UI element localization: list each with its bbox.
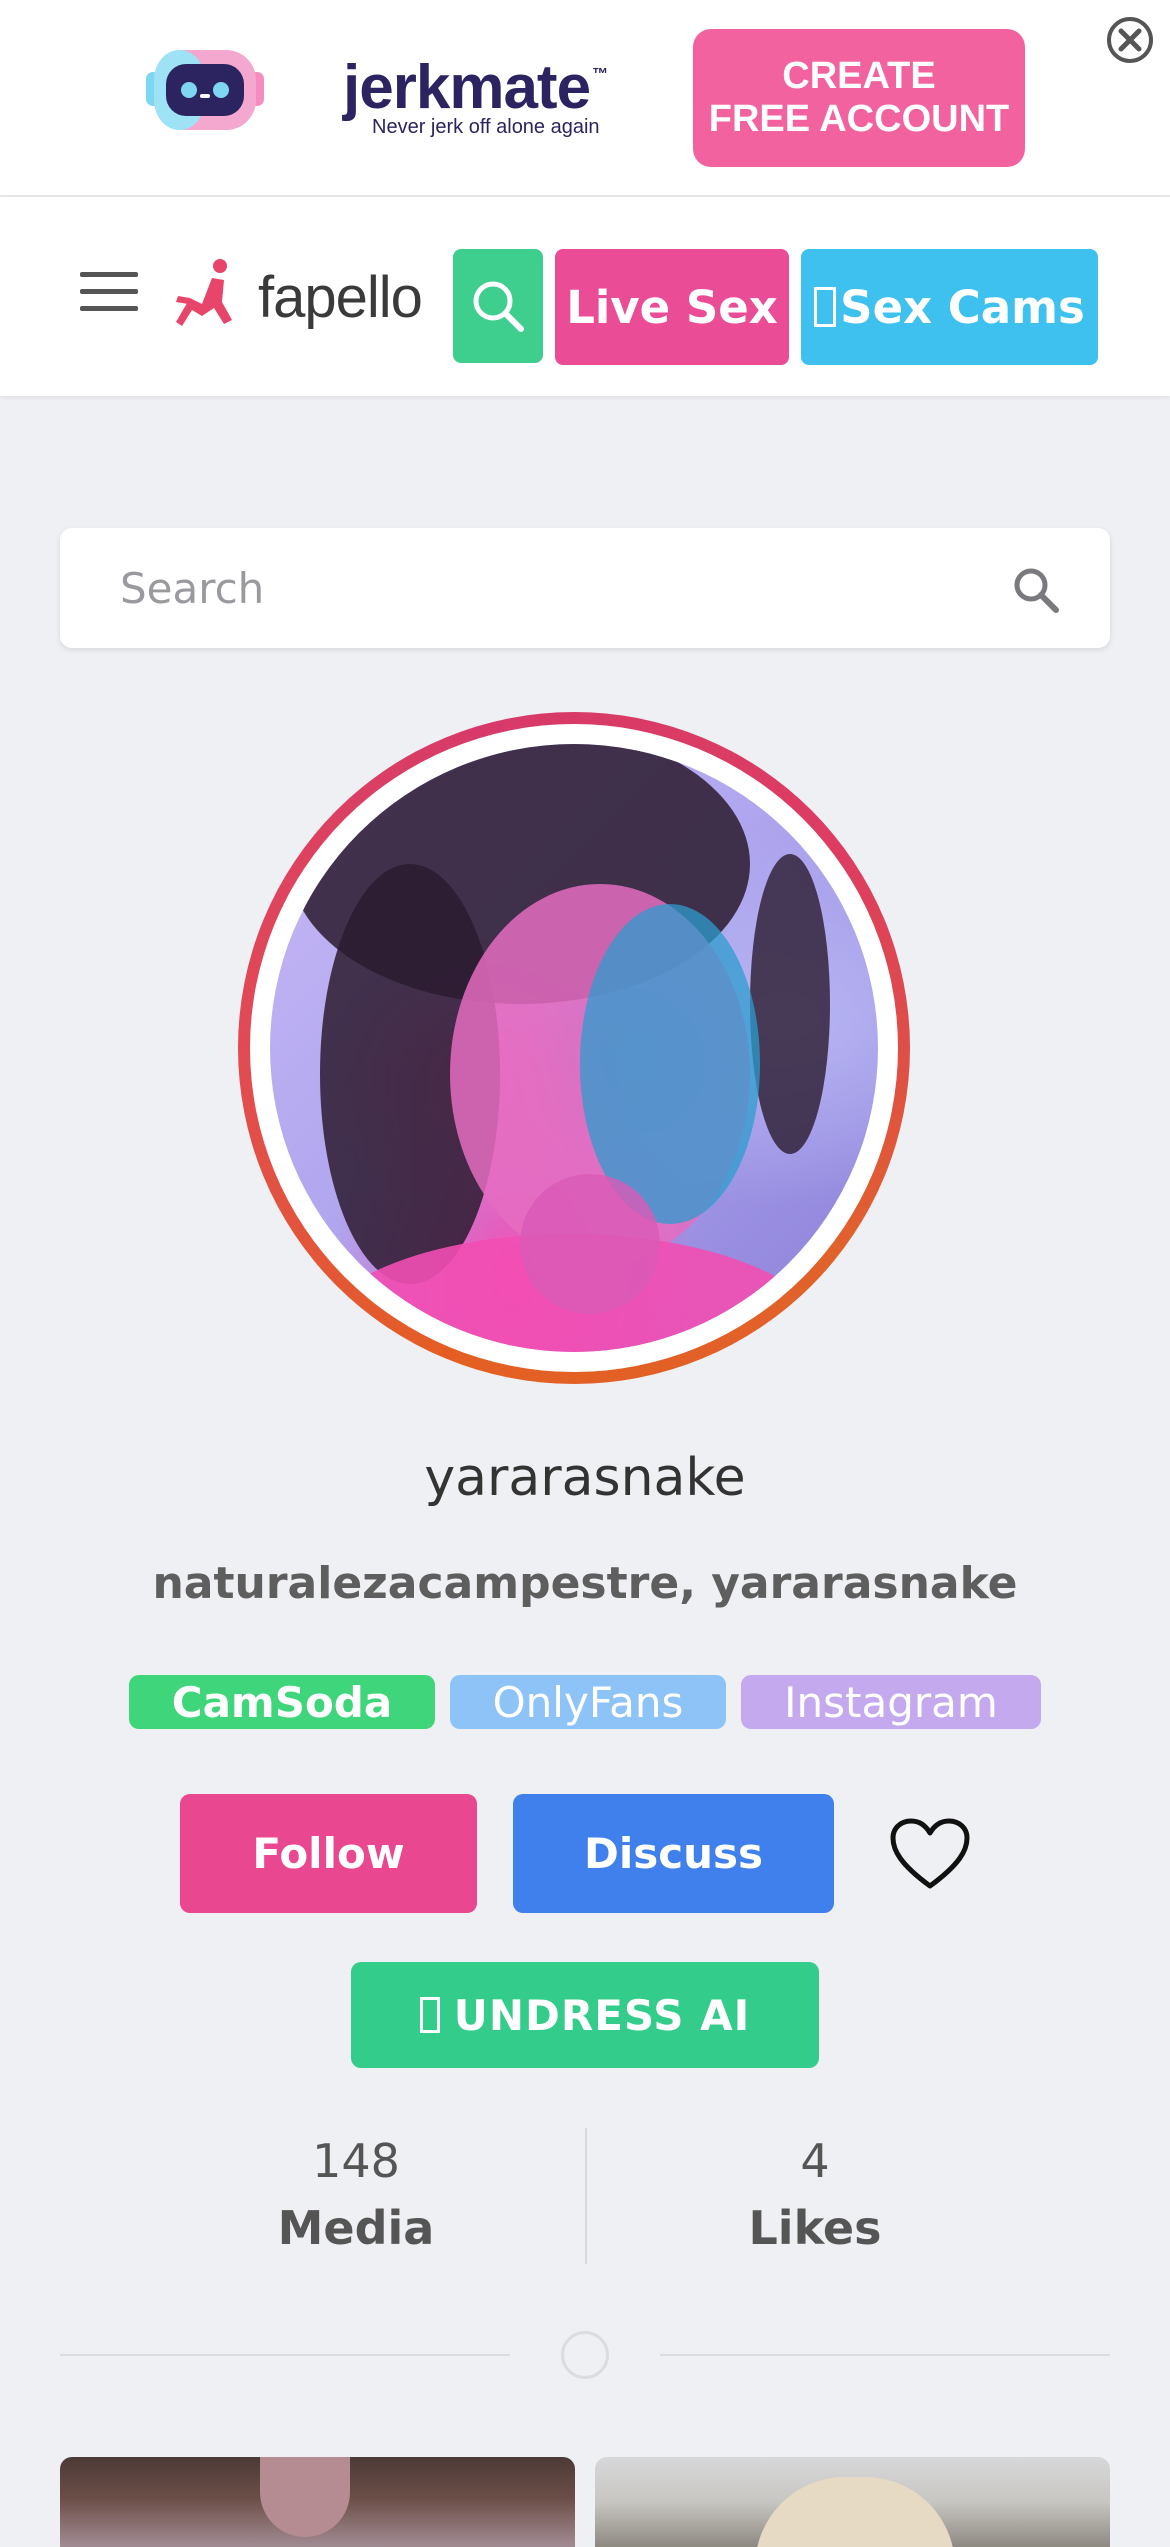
tag-onlyfans[interactable]: OnlyFans xyxy=(450,1675,726,1729)
fapello-logo-icon[interactable] xyxy=(172,258,234,330)
search-icon[interactable] xyxy=(1010,564,1062,616)
media-thumbnail[interactable] xyxy=(60,2457,575,2547)
menu-icon[interactable] xyxy=(80,272,138,312)
media-thumbnail[interactable] xyxy=(595,2457,1110,2547)
divider-circle xyxy=(561,2331,609,2379)
divider-right xyxy=(660,2354,1110,2356)
search-icon xyxy=(473,281,524,332)
media-count: 148 xyxy=(312,2134,400,2188)
media-label: Media xyxy=(277,2201,435,2255)
portrait-shapes xyxy=(290,744,830,1352)
stat-divider xyxy=(585,2128,587,2264)
cta-line-2: FREE ACCOUNT xyxy=(708,98,1010,140)
search-button[interactable] xyxy=(453,249,543,363)
likes-stat[interactable]: 4 Likes xyxy=(665,2130,965,2264)
undress-ai-button[interactable]: UNDRESS AI xyxy=(351,1962,819,2068)
ad-banner[interactable]: jerkmate ™ Never jerk off alone again CRE… xyxy=(0,0,1170,197)
robot-logo-icon xyxy=(146,50,264,130)
missing-glyph-icon xyxy=(419,1997,440,2033)
username: yararasnake xyxy=(424,1448,746,1508)
cta-line-1: CREATE xyxy=(782,55,936,97)
search-input[interactable] xyxy=(120,558,1020,618)
follow-button[interactable]: Follow xyxy=(180,1794,477,1913)
tag-instagram[interactable]: Instagram xyxy=(741,1675,1041,1729)
tag-camsoda[interactable]: CamSoda xyxy=(129,1675,435,1729)
likes-label: Likes xyxy=(748,2201,882,2255)
close-icon[interactable] xyxy=(1105,15,1155,65)
live-sex-button[interactable]: Live Sex xyxy=(555,249,789,365)
sex-cams-label: Sex Cams xyxy=(840,280,1085,334)
heart-icon[interactable] xyxy=(890,1818,970,1890)
discuss-button[interactable]: Discuss xyxy=(513,1794,834,1913)
likes-count: 4 xyxy=(800,2134,830,2188)
ad-brand: jerkmate ™ xyxy=(343,53,608,122)
profile-photo xyxy=(270,744,878,1352)
media-stat[interactable]: 148 Media xyxy=(206,2130,506,2264)
missing-glyph-icon xyxy=(814,287,837,327)
search-bar xyxy=(60,528,1110,648)
aliases: naturalezacampestre, yararasnake xyxy=(152,1558,1018,1609)
site-name[interactable]: fapello xyxy=(258,264,423,331)
create-account-button[interactable]: CREATE FREE ACCOUNT xyxy=(693,29,1025,167)
sex-cams-button[interactable]: Sex Cams xyxy=(801,249,1098,365)
avatar[interactable] xyxy=(238,712,910,1384)
ad-tagline: Never jerk off alone again xyxy=(372,116,600,138)
undress-ai-label: UNDRESS AI xyxy=(453,1990,751,2040)
divider-left xyxy=(60,2354,510,2356)
